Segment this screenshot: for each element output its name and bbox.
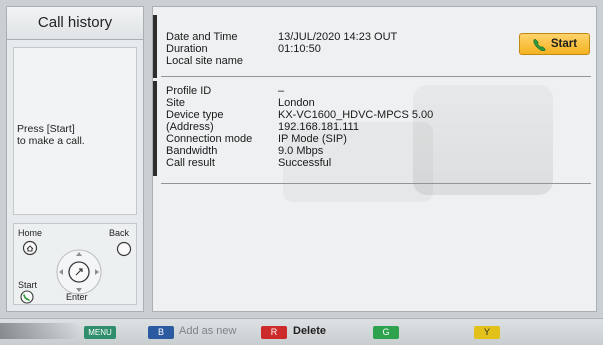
start-key-label: Start — [18, 280, 38, 290]
site-value: London — [278, 97, 315, 109]
back-key-label: Back — [109, 228, 130, 238]
delete-label: Delete — [293, 325, 327, 337]
menu-key[interactable]: MENU — [84, 326, 116, 339]
handset-icon — [533, 38, 546, 51]
bandwidth-label: Bandwidth — [166, 145, 218, 157]
duration-value: 01:10:50 — [278, 43, 321, 55]
profile-id-value: – — [278, 85, 285, 97]
enter-key-label: Enter — [66, 292, 88, 302]
call-result-value: Successful — [278, 157, 332, 169]
left-panel: Call history Press [Start] to make a cal… — [6, 6, 144, 312]
start-button-label: Start — [550, 38, 578, 50]
blue-key[interactable]: B — [148, 326, 174, 339]
local-site-name-label: Local site name — [166, 55, 244, 67]
screen-title: Call history — [7, 7, 143, 40]
connection-mode-label: Connection mode — [166, 133, 253, 145]
red-key[interactable]: R — [261, 326, 287, 339]
call-result-label: Call result — [166, 157, 215, 169]
back-key-icon — [116, 241, 132, 257]
start-call-button[interactable]: Start — [519, 33, 590, 55]
call-info: Profile ID – Site London Device type KX-… — [166, 85, 498, 169]
local-site-name-value — [278, 55, 498, 67]
site-label: Site — [166, 97, 185, 109]
divider — [161, 76, 591, 77]
address-label: (Address) — [166, 121, 214, 133]
address-value: 192.168.181.111 — [278, 121, 359, 133]
hint-box: Press [Start] to make a call. — [13, 47, 137, 215]
section-marker — [153, 15, 157, 78]
profile-id-label: Profile ID — [166, 85, 212, 97]
add-as-new-label: Add as new — [179, 325, 237, 337]
hint-text: Press [Start] to make a call. — [17, 123, 85, 147]
start-key-icon — [20, 290, 34, 304]
date-time-value: 13/JUL/2020 14:23 OUT — [278, 31, 398, 43]
remote-guide: Home Back Start Enter — [13, 223, 137, 305]
duration-label: Duration — [166, 43, 208, 55]
green-key[interactable]: G — [373, 326, 399, 339]
home-key-icon — [22, 240, 38, 256]
dpad-icon — [56, 249, 102, 295]
divider — [161, 183, 591, 184]
section-marker — [153, 81, 157, 176]
date-time-label: Date and Time — [166, 31, 238, 43]
call-summary: Date and Time 13/JUL/2020 14:23 OUT Dura… — [166, 31, 498, 67]
connection-mode-value: IP Mode (SIP) — [278, 133, 347, 145]
bandwidth-value: 9.0 Mbps — [278, 145, 324, 157]
call-detail-panel: Date and Time 13/JUL/2020 14:23 OUT Dura… — [152, 6, 597, 312]
home-key-label: Home — [18, 228, 43, 238]
yellow-key[interactable]: Y — [474, 326, 500, 339]
function-key-bar: MENU B Add as new R Delete G Y — [0, 318, 603, 345]
device-type-label: Device type — [166, 109, 224, 121]
device-type-value: KX-VC1600_HDVC-MPCS 5.00 — [278, 109, 434, 121]
